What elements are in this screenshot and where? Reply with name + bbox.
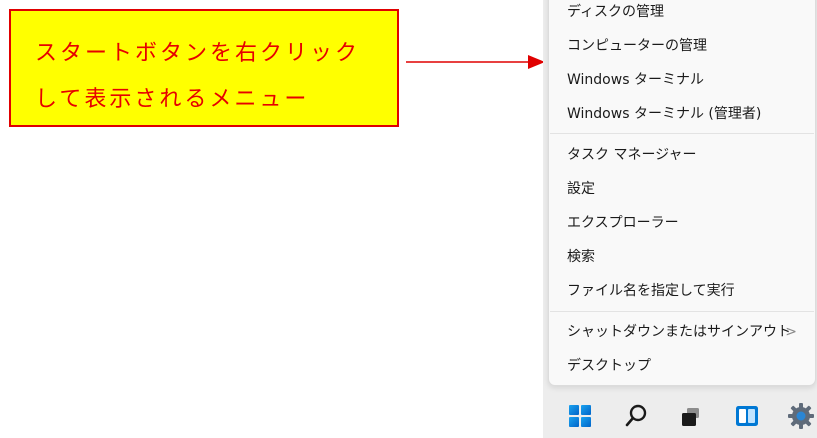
menu-item-label: Windows ターミナル (管理者): [567, 106, 762, 122]
windows-start-icon[interactable]: [562, 398, 598, 434]
callout-text-line2: して表示されるメニュー: [35, 87, 310, 112]
menu-item-windows-terminal-admin[interactable]: Windows ターミナル (管理者): [549, 98, 815, 130]
search-icon[interactable]: [618, 398, 654, 434]
callout-text-line1: スタートボタンを右クリック: [35, 41, 361, 66]
settings-gear-icon[interactable]: [783, 398, 817, 434]
annotation-callout: スタートボタンを右クリック して表示されるメニュー: [9, 9, 399, 127]
annotation-arrow: [406, 55, 545, 69]
menu-item-label: デスクトップ: [567, 358, 651, 374]
menu-item-label: シャットダウンまたはサインアウト: [567, 324, 791, 340]
menu-item-search[interactable]: 検索: [549, 241, 815, 273]
task-view-icon[interactable]: [673, 398, 709, 434]
start-context-menu: ディスクの管理 コンピューターの管理 Windows ターミナル Windows…: [548, 0, 816, 386]
menu-item-label: ディスクの管理: [567, 4, 665, 20]
menu-item-label: 検索: [567, 249, 595, 265]
menu-item-settings[interactable]: 設定: [549, 173, 815, 205]
menu-item-explorer[interactable]: エクスプローラー: [549, 207, 815, 239]
menu-item-computer-management[interactable]: コンピューターの管理: [549, 30, 815, 62]
menu-item-label: 設定: [567, 181, 595, 197]
menu-item-task-manager[interactable]: タスク マネージャー: [549, 139, 815, 171]
menu-item-label: エクスプローラー: [567, 215, 679, 231]
menu-item-label: Windows ターミナル: [567, 72, 704, 88]
menu-separator: [550, 311, 814, 312]
menu-item-label: タスク マネージャー: [567, 147, 697, 163]
widgets-icon[interactable]: [729, 398, 765, 434]
menu-item-windows-terminal[interactable]: Windows ターミナル: [549, 64, 815, 96]
menu-item-disk-management[interactable]: ディスクの管理: [549, 0, 815, 28]
menu-separator: [550, 133, 814, 134]
menu-item-run[interactable]: ファイル名を指定して実行: [549, 275, 815, 307]
chevron-right-icon: >: [785, 324, 797, 340]
taskbar: [548, 392, 817, 438]
menu-item-label: コンピューターの管理: [567, 38, 707, 54]
menu-item-desktop[interactable]: デスクトップ: [549, 350, 815, 382]
menu-item-label: ファイル名を指定して実行: [567, 283, 735, 299]
menu-item-shutdown-signout[interactable]: シャットダウンまたはサインアウト >: [549, 316, 815, 348]
